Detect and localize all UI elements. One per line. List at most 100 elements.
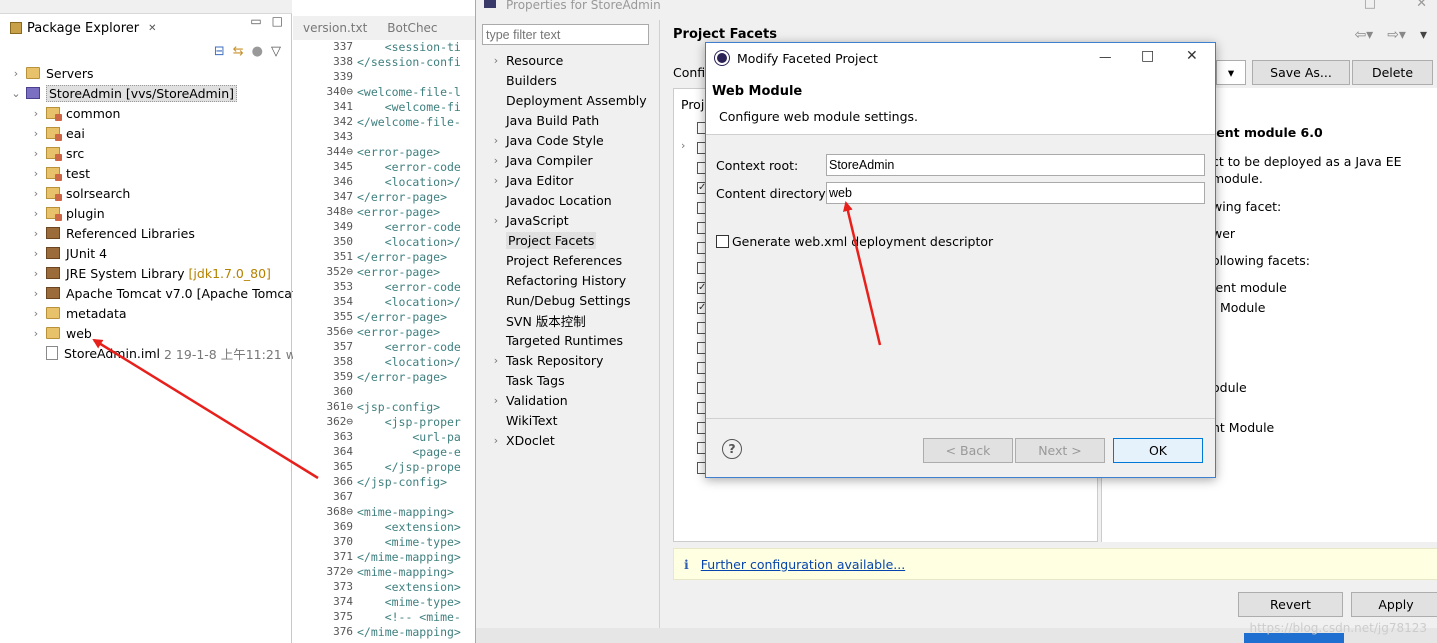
tree-item-referenced[interactable]: › Referenced Libraries [30, 223, 195, 243]
chevron-right-icon[interactable]: › [30, 227, 42, 240]
chevron-right-icon[interactable]: › [490, 54, 502, 67]
chevron-right-icon[interactable]: › [30, 107, 42, 120]
chevron-right-icon[interactable]: › [490, 354, 502, 367]
tree-item-label: src [66, 145, 85, 161]
nav-item-validation[interactable]: › Validation [490, 390, 568, 410]
nav-item-xdoclet[interactable]: › XDoclet [490, 430, 555, 450]
view-menu-icon[interactable]: ▽ [271, 44, 281, 59]
line-number: 339 [333, 70, 353, 83]
chevron-right-icon[interactable]: › [30, 207, 42, 220]
ok-button[interactable]: OK [1113, 438, 1203, 463]
forward-arrow-icon[interactable]: ⇨▾ [1387, 27, 1406, 43]
maximize-icon[interactable]: □ [1141, 48, 1154, 64]
link-editor-icon[interactable]: ⇆ [233, 44, 244, 59]
nav-item-project-facets[interactable]: Project Facets [490, 230, 597, 250]
chevron-right-icon[interactable]: › [30, 167, 42, 180]
chevron-right-icon[interactable]: › [30, 247, 42, 260]
nav-item-deployment-assembly[interactable]: Deployment Assembly [490, 90, 647, 110]
nav-item-task-repository[interactable]: › Task Repository [490, 350, 604, 370]
tree-item-apache[interactable]: › Apache Tomcat v7.0 [Apache Tomcat v [30, 283, 308, 303]
help-icon[interactable]: ? [722, 439, 742, 459]
next-button[interactable]: Next > [1015, 438, 1105, 463]
tab-package-explorer[interactable]: Package Explorer ✕ [4, 16, 163, 40]
tree-item-metadata[interactable]: › metadata [30, 303, 127, 323]
minimize-icon[interactable]: ▭ [250, 14, 261, 28]
chevron-right-icon[interactable]: › [490, 134, 502, 147]
chevron-right-icon[interactable]: › [30, 127, 42, 140]
page-title: Project Facets [673, 27, 777, 42]
tab-version-txt[interactable]: version.txt [293, 21, 377, 35]
nav-item-run-debug-settings[interactable]: Run/Debug Settings [490, 290, 631, 310]
tree-item-src[interactable]: › src [30, 143, 84, 163]
tree-item-test[interactable]: › test [30, 163, 90, 183]
tree-item-eai[interactable]: › eai [30, 123, 85, 143]
tree-item-junit[interactable]: › JUnit 4 [30, 243, 107, 263]
tab-botcheck[interactable]: BotChec [377, 21, 447, 35]
nav-item-java-compiler[interactable]: › Java Compiler [490, 150, 593, 170]
nav-item-wikitext[interactable]: WikiText [490, 410, 558, 430]
maximize-icon[interactable]: □ [272, 14, 283, 28]
content-directory-input[interactable] [826, 182, 1205, 204]
generate-webxml-row[interactable]: Generate web.xml deployment descriptor [716, 234, 993, 249]
collapse-all-icon[interactable]: ⊟ [214, 44, 225, 59]
nav-item-java-editor[interactable]: › Java Editor [490, 170, 574, 190]
revert-button[interactable]: Revert [1238, 592, 1343, 617]
chevron-right-icon[interactable]: › [30, 307, 42, 320]
chevron-right-icon[interactable]: › [30, 287, 42, 300]
nav-item-refactoring-history[interactable]: Refactoring History [490, 270, 626, 290]
line-number: 354 [333, 295, 353, 308]
tree-item-label: solrsearch [66, 185, 131, 201]
chevron-down-icon[interactable]: ⌄ [10, 87, 22, 100]
chevron-right-icon[interactable]: › [490, 154, 502, 167]
tree-item-label: Servers [46, 65, 94, 81]
nav-item-java-build-path[interactable]: Java Build Path [490, 110, 599, 130]
nav-item-javadoc-location[interactable]: Javadoc Location [490, 190, 612, 210]
preset-dropdown[interactable]: ▾ [1216, 60, 1246, 85]
tree-item-solrsearch[interactable]: › solrsearch [30, 183, 130, 203]
close-icon[interactable]: ✕ [1416, 0, 1427, 11]
context-root-input[interactable] [826, 154, 1205, 176]
chevron-right-icon[interactable]: › [490, 394, 502, 407]
apply-button[interactable]: Apply [1351, 592, 1437, 617]
minimize-icon[interactable]: — [1099, 49, 1112, 64]
nav-item-svn-[interactable]: SVN 版本控制 [490, 310, 586, 330]
nav-item-builders[interactable]: Builders [490, 70, 557, 90]
filter-input[interactable] [482, 24, 649, 45]
nav-item-targeted-runtimes[interactable]: Targeted Runtimes [490, 330, 623, 350]
chevron-right-icon[interactable]: › [30, 187, 42, 200]
back-arrow-icon[interactable]: ⇦▾ [1354, 27, 1373, 43]
tree-item-storeadmin[interactable]: ⌄ StoreAdmin [vvs/StoreAdmin] [10, 83, 237, 103]
menu-icon[interactable]: ▾ [1420, 27, 1427, 43]
focus-icon[interactable]: ● [252, 44, 263, 59]
tree-item-jre[interactable]: › JRE System Library [jdk1.7.0_80] [30, 263, 271, 283]
back-button[interactable]: < Back [923, 438, 1013, 463]
chevron-right-icon[interactable]: › [490, 174, 502, 187]
generate-webxml-checkbox[interactable] [716, 235, 729, 248]
nav-item-project-references[interactable]: Project References [490, 250, 622, 270]
top-toolbar-strip [0, 0, 292, 14]
nav-item-resource[interactable]: › Resource [490, 50, 564, 70]
chevron-right-icon[interactable]: › [490, 214, 502, 227]
nav-item-java-code-style[interactable]: › Java Code Style [490, 130, 604, 150]
tree-item-servers[interactable]: › Servers [10, 63, 94, 83]
tree-item-common[interactable]: › common [30, 103, 120, 123]
further-config-link[interactable]: Further configuration available... [701, 557, 905, 572]
code-line: <!-- <mime- [357, 610, 461, 624]
chevron-right-icon[interactable]: › [30, 327, 42, 340]
delete-button[interactable]: Delete [1352, 60, 1433, 85]
code-line: <page-e [357, 445, 461, 459]
maximize-icon[interactable]: □ [1364, 0, 1376, 11]
chevron-right-icon[interactable]: › [30, 147, 42, 160]
tree-item-plugin[interactable]: › plugin [30, 203, 105, 223]
chevron-right-icon[interactable]: › [30, 267, 42, 280]
close-icon[interactable]: ✕ [1186, 48, 1198, 64]
chevron-right-icon[interactable]: › [10, 67, 22, 80]
chevron-right-icon[interactable]: › [490, 434, 502, 447]
nav-item-task-tags[interactable]: Task Tags [490, 370, 565, 390]
close-icon[interactable]: ✕ [148, 23, 156, 34]
nav-item-javascript[interactable]: › JavaScript [490, 210, 569, 230]
tree-item-storeadmin.iml[interactable]: StoreAdmin.iml 2 19-1-8 上午11:21 w [30, 343, 296, 363]
save-as-button[interactable]: Save As... [1252, 60, 1350, 85]
expand-icon[interactable]: › [681, 139, 685, 152]
tree-item-web[interactable]: › web [30, 323, 92, 343]
